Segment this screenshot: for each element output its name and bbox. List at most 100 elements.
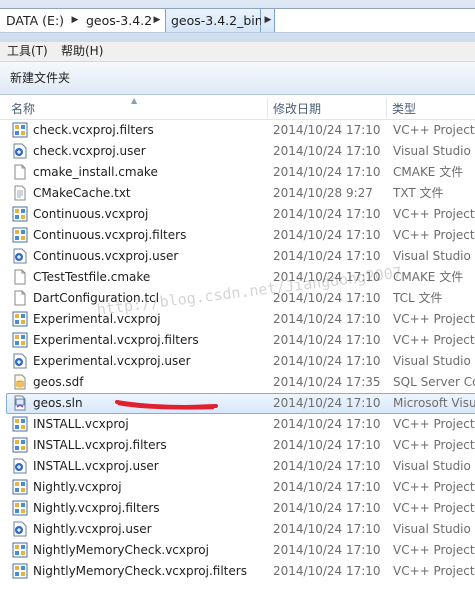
file-type: VC++ Project — [393, 480, 475, 494]
file-row[interactable]: Experimental.vcxproj 2014/10/24 17:10 VC++… — [0, 309, 475, 330]
breadcrumb-dropdown[interactable]: ▶ — [261, 9, 275, 32]
file-row[interactable]: Nightly.vcxproj.user 2014/10/24 17:10 Visu… — [0, 519, 475, 540]
column-type-header[interactable]: 类型 — [387, 96, 475, 119]
vcxproj-icon — [12, 227, 28, 243]
breadcrumb-drive[interactable]: DATA (E:) — [6, 9, 64, 32]
file-type: VC++ Project — [393, 543, 475, 557]
column-date-header[interactable]: 修改日期 — [268, 96, 386, 119]
file-type: VC++ Project — [393, 333, 475, 347]
file-date: 2014/10/24 17:35 — [273, 375, 381, 389]
file-type: Visual Studio P — [393, 249, 475, 263]
file-date: 2014/10/28 9:27 — [273, 186, 373, 200]
file-row[interactable]: Continuous.vcxproj.filters 2014/10/24 17:… — [0, 225, 475, 246]
file-type: TXT 文件 — [393, 186, 444, 200]
file-name: check.vcxproj.filters — [33, 123, 154, 137]
file-name: NightlyMemoryCheck.vcxproj.filters — [33, 564, 247, 578]
file-date: 2014/10/24 17:10 — [273, 312, 381, 326]
new-folder-button[interactable]: 新建文件夹 — [6, 68, 74, 88]
file-row[interactable]: CTestTestfile.cmake 2014/10/24 17:10 CMAKE… — [0, 267, 475, 288]
file-date: 2014/10/24 17:10 — [273, 480, 381, 494]
red-underline-mark — [115, 400, 218, 410]
file-row[interactable]: NightlyMemoryCheck.vcxproj 2014/10/24 17:… — [0, 540, 475, 561]
file-row[interactable]: Continuous.vcxproj 2014/10/24 17:10 VC++ P… — [0, 204, 475, 225]
file-name: geos.sdf — [33, 375, 84, 389]
file-name: Nightly.vcxproj.filters — [33, 501, 160, 515]
file-type: TCL 文件 — [393, 291, 443, 305]
file-row[interactable]: check.vcxproj.filters 2014/10/24 17:10 VC+… — [0, 120, 475, 141]
file-date: 2014/10/24 17:10 — [273, 123, 381, 137]
file-type: CMAKE 文件 — [393, 270, 464, 284]
file-row[interactable]: NightlyMemoryCheck.vcxproj.filters 2014/1… — [0, 561, 475, 582]
file-row[interactable]: INSTALL.vcxproj 2014/10/24 17:10 VC++ Proj… — [0, 414, 475, 435]
breadcrumb-chevron-icon[interactable]: ▶ — [150, 9, 164, 32]
address-bar[interactable]: DATA (E:) ▶ geos-3.4.2 ▶ geos-3.4.2_bin … — [0, 8, 475, 33]
file-type: VC++ Project — [393, 501, 475, 515]
file-row[interactable]: CMakeCache.txt 2014/10/28 9:27 TXT 文件 — [0, 183, 475, 204]
file-name: check.vcxproj.user — [33, 144, 146, 158]
file-row[interactable]: Experimental.vcxproj.filters 2014/10/24 1… — [0, 330, 475, 351]
sln-file-icon — [12, 395, 28, 411]
file-name: Continuous.vcxproj.filters — [33, 228, 187, 242]
vcxproj-icon — [12, 416, 28, 432]
blank-file-icon — [12, 164, 28, 180]
file-date: 2014/10/24 17:10 — [273, 438, 381, 452]
breadcrumb-current[interactable]: geos-3.4.2_bin — [171, 9, 263, 32]
column-name-header[interactable]: 名称 — [6, 96, 266, 119]
file-row[interactable]: INSTALL.vcxproj.filters 2014/10/24 17:10 V… — [0, 435, 475, 456]
vs-user-icon — [12, 521, 28, 537]
file-date: 2014/10/24 17:10 — [273, 144, 381, 158]
file-date: 2014/10/24 17:10 — [273, 270, 381, 284]
file-row[interactable]: INSTALL.vcxproj.user 2014/10/24 17:10 Visu… — [0, 456, 475, 477]
file-name: CMakeCache.txt — [33, 186, 131, 200]
file-row[interactable]: check.vcxproj.user 2014/10/24 17:10 Visual… — [0, 141, 475, 162]
breadcrumb-chevron-icon[interactable]: ▶ — [68, 9, 82, 32]
breadcrumb-folder[interactable]: geos-3.4.2 — [86, 9, 152, 32]
file-name: CTestTestfile.cmake — [33, 270, 151, 284]
file-name: Experimental.vcxproj.user — [33, 354, 191, 368]
file-type: VC++ Project — [393, 438, 475, 452]
file-type: Visual Studio P — [393, 522, 475, 536]
column-header: ▲ 名称 修改日期 类型 — [0, 96, 475, 120]
file-name: Experimental.vcxproj.filters — [33, 333, 199, 347]
vcxproj-icon — [12, 563, 28, 579]
file-name: Nightly.vcxproj.user — [33, 522, 152, 536]
file-type: Visual Studio P — [393, 354, 475, 368]
file-type: VC++ Project — [393, 228, 475, 242]
file-date: 2014/10/24 17:10 — [273, 249, 381, 263]
file-row[interactable]: geos.sdf 2014/10/24 17:35 SQL Server Co — [0, 372, 475, 393]
vs-user-icon — [12, 353, 28, 369]
file-type: SQL Server Co — [393, 375, 475, 389]
file-date: 2014/10/24 17:10 — [273, 459, 381, 473]
file-row[interactable]: Nightly.vcxproj.filters 2014/10/24 17:10 V… — [0, 498, 475, 519]
file-type: VC++ Project — [393, 417, 475, 431]
menu-tools[interactable]: 工具(T) — [5, 42, 50, 61]
vcxproj-icon — [12, 500, 28, 516]
file-date: 2014/10/24 17:10 — [273, 333, 381, 347]
file-row[interactable]: Nightly.vcxproj 2014/10/24 17:10 VC++ Proj… — [0, 477, 475, 498]
file-date: 2014/10/24 17:10 — [273, 354, 381, 368]
vs-user-icon — [12, 248, 28, 264]
file-name: Nightly.vcxproj — [33, 480, 122, 494]
file-date: 2014/10/24 17:10 — [273, 501, 381, 515]
file-row[interactable]: DartConfiguration.tcl 2014/10/24 17:10 TCL… — [0, 288, 475, 309]
file-date: 2014/10/24 17:10 — [273, 564, 381, 578]
file-name: DartConfiguration.tcl — [33, 291, 160, 305]
file-date: 2014/10/24 17:10 — [273, 228, 381, 242]
file-date: 2014/10/24 17:10 — [273, 396, 381, 410]
file-row[interactable]: geos.sln 2014/10/24 17:10 Microsoft Visu — [0, 393, 475, 414]
file-date: 2014/10/24 17:10 — [273, 522, 381, 536]
menu-help[interactable]: 帮助(H) — [59, 42, 105, 61]
file-row[interactable]: Continuous.vcxproj.user 2014/10/24 17:10 V… — [0, 246, 475, 267]
vcxproj-icon — [12, 311, 28, 327]
menu-bar: 工具(T) 帮助(H) — [0, 42, 475, 62]
file-row[interactable]: Experimental.vcxproj.user 2014/10/24 17:1… — [0, 351, 475, 372]
file-date: 2014/10/24 17:10 — [273, 291, 381, 305]
file-row[interactable]: cmake_install.cmake 2014/10/24 17:10 CMAKE… — [0, 162, 475, 183]
file-name: Experimental.vcxproj — [33, 312, 161, 326]
file-type: VC++ Project — [393, 564, 475, 578]
file-name: NightlyMemoryCheck.vcxproj — [33, 543, 209, 557]
address-area: DATA (E:) ▶ geos-3.4.2 ▶ geos-3.4.2_bin … — [0, 0, 475, 42]
breadcrumb-chevron-icon: ▶ — [264, 15, 272, 25]
file-type: Visual Studio P — [393, 144, 475, 158]
vcxproj-icon — [12, 479, 28, 495]
